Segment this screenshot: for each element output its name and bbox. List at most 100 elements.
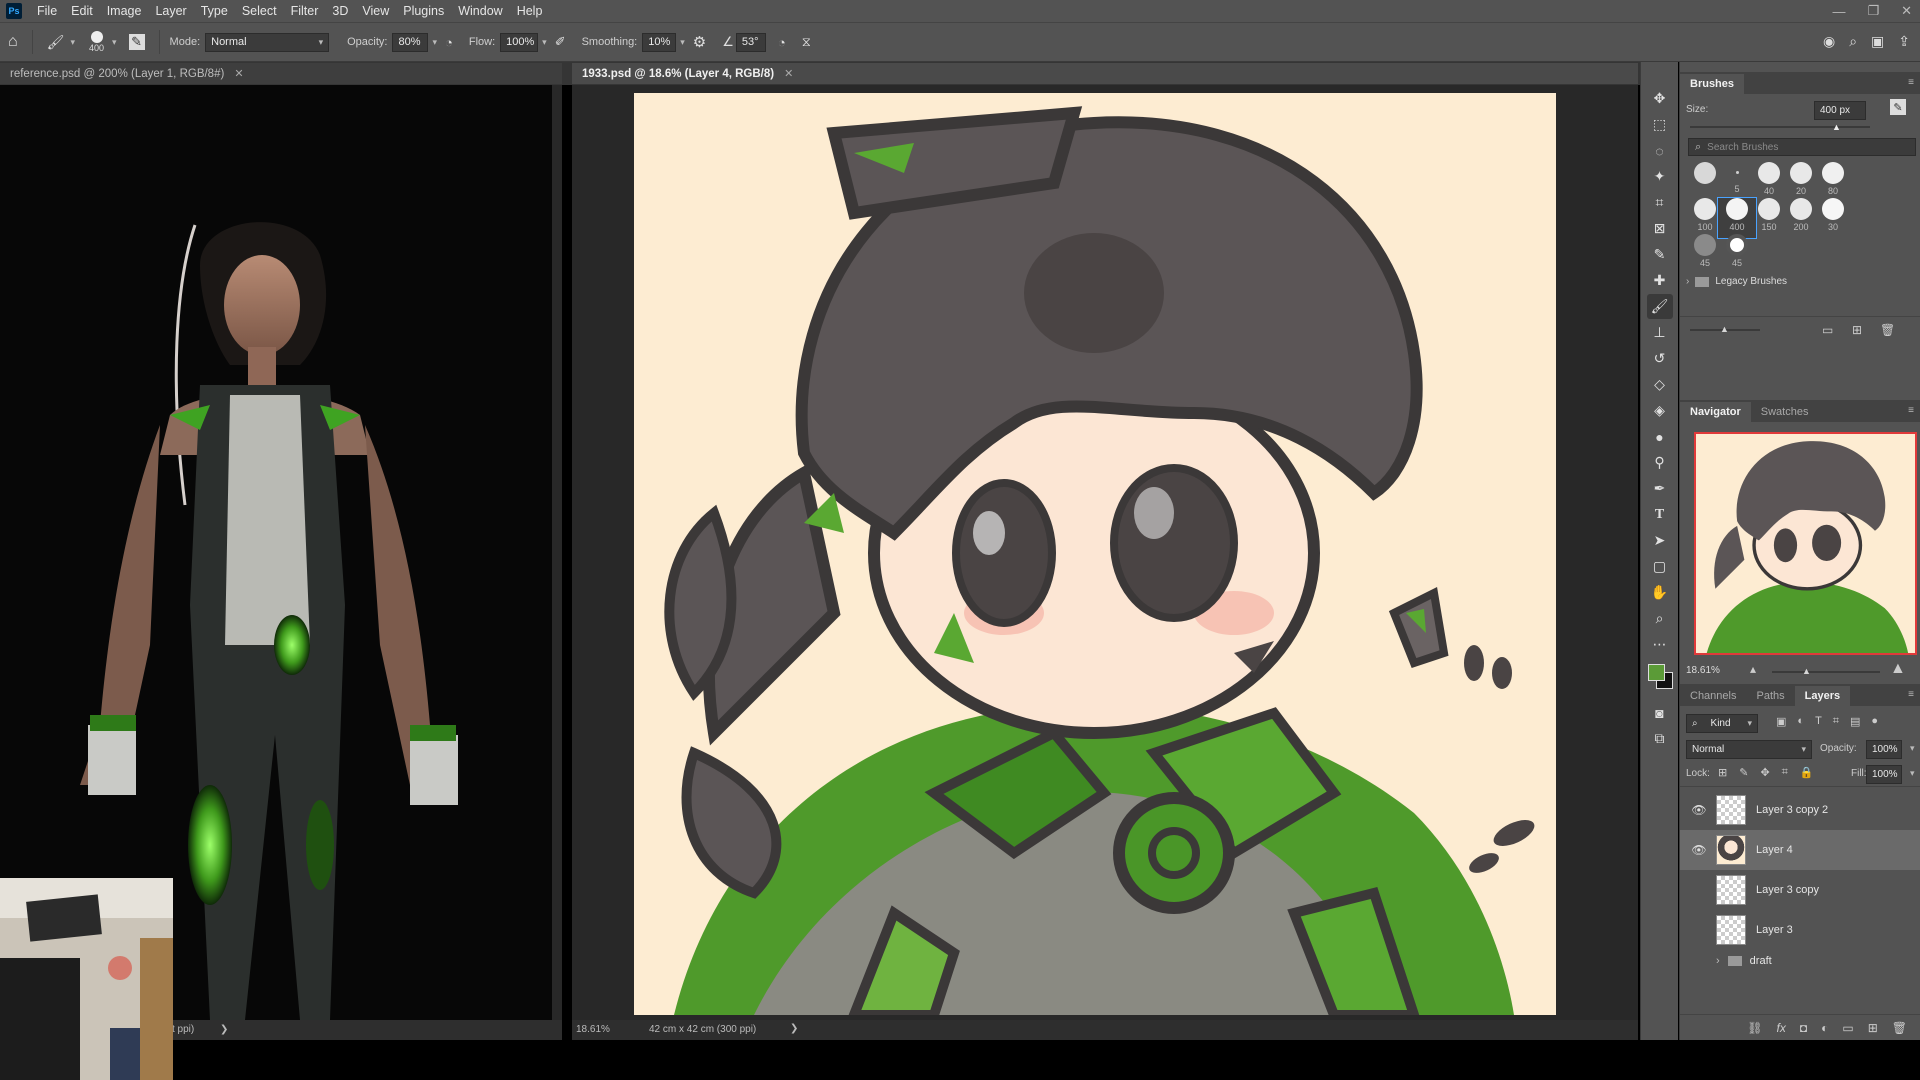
layer-row[interactable]: Layer 3 xyxy=(1680,910,1920,950)
healing-icon[interactable]: ✚ xyxy=(1647,268,1673,293)
menu-help[interactable]: Help xyxy=(510,0,550,22)
trash-icon[interactable]: 🗑 xyxy=(1880,323,1895,337)
size-slider-track[interactable] xyxy=(1690,126,1870,128)
adjustment-layer-icon[interactable]: ◐ xyxy=(1821,1021,1828,1035)
brush-preset-picker[interactable]: 400 xyxy=(89,31,104,53)
panel-menu-icon[interactable]: ≡ xyxy=(1908,77,1914,88)
type-filter-icon[interactable]: T xyxy=(1815,715,1822,728)
menu-plugins[interactable]: Plugins xyxy=(396,0,451,22)
zoom-in-icon[interactable]: ▲ xyxy=(1890,660,1906,678)
legacy-brushes-folder[interactable]: › Legacy Brushes xyxy=(1686,276,1787,287)
layer-row[interactable]: 👁 Layer 4 xyxy=(1680,830,1920,870)
menu-view[interactable]: View xyxy=(355,0,396,22)
foreground-color-swatch[interactable] xyxy=(1647,664,1665,681)
blend-mode-select[interactable]: Normal ▾ xyxy=(1686,740,1812,759)
document-tab-1933[interactable]: 1933.psd @ 18.6% (Layer 4, RGB/8) ✕ xyxy=(572,63,1638,84)
shape-filter-icon[interactable]: ⌗ xyxy=(1833,715,1839,728)
layer-row[interactable]: Layer 3 copy xyxy=(1680,870,1920,910)
layer-row[interactable]: › draft xyxy=(1680,950,1920,972)
chevron-down-icon[interactable]: ▾ xyxy=(1910,743,1915,754)
chevron-right-icon[interactable]: › xyxy=(1716,955,1720,967)
size-slider-thumb[interactable]: ▲ xyxy=(1832,122,1841,132)
symmetry-icon[interactable]: ⧖ xyxy=(802,34,811,50)
chevron-right-icon[interactable]: › xyxy=(1686,276,1689,287)
tab-layers[interactable]: Layers xyxy=(1794,686,1851,706)
quick-mask-icon[interactable]: ◙ xyxy=(1647,700,1673,725)
zoom-readout[interactable]: 18.61% xyxy=(576,1024,610,1035)
tab-navigator[interactable]: Navigator xyxy=(1680,402,1751,422)
close-button[interactable]: ✕ xyxy=(1901,3,1912,19)
menu-3d[interactable]: 3D xyxy=(325,0,355,22)
tab-channels[interactable]: Channels xyxy=(1680,686,1746,706)
brush-icon[interactable]: 🖌 xyxy=(1646,294,1673,319)
preview-size-thumb[interactable]: ▲ xyxy=(1720,324,1729,334)
path-select-icon[interactable]: ➤ xyxy=(1647,528,1673,553)
brush-preset[interactable]: 45 xyxy=(1718,234,1756,274)
drawing-canvas[interactable] xyxy=(634,93,1556,1015)
tab-brushes[interactable]: Brushes xyxy=(1680,74,1745,94)
blur-icon[interactable]: ● xyxy=(1647,424,1673,449)
close-icon[interactable]: ✕ xyxy=(234,67,243,80)
home-icon[interactable]: ⌂ xyxy=(8,33,18,51)
frame-icon[interactable]: ⊠ xyxy=(1647,216,1673,241)
lock-artboard-icon[interactable]: ⌗ xyxy=(1782,766,1788,779)
chevron-down-icon[interactable]: ▾ xyxy=(680,37,685,48)
dodge-icon[interactable]: ⚲ xyxy=(1647,450,1673,475)
color-swatches[interactable] xyxy=(1646,662,1674,690)
tab-paths[interactable]: Paths xyxy=(1746,686,1794,706)
chevron-down-icon[interactable]: ▾ xyxy=(70,37,75,48)
gear-icon[interactable]: ⚙ xyxy=(693,33,706,51)
link-layers-icon[interactable]: ⛓ xyxy=(1747,1021,1762,1035)
layer-opacity-field[interactable]: 100% xyxy=(1866,740,1902,759)
screen-mode-icon[interactable]: ⧉ xyxy=(1647,726,1673,751)
new-brush-icon[interactable]: ⊞ xyxy=(1852,323,1862,337)
status-arrow-icon[interactable]: ❯ xyxy=(790,1023,798,1034)
document-tab-reference[interactable]: reference.psd @ 200% (Layer 1, RGB/8#) ✕ xyxy=(0,63,562,84)
restore-button[interactable]: ❐ xyxy=(1867,3,1879,19)
brush-search-field[interactable]: ⌕ Search Brushes xyxy=(1688,138,1916,156)
chevron-down-icon[interactable]: ▾ xyxy=(542,37,547,48)
lock-position-icon[interactable]: ✥ xyxy=(1760,766,1769,779)
chevron-down-icon[interactable]: ▾ xyxy=(112,37,117,48)
angle-field[interactable]: 53° xyxy=(735,32,766,52)
fx-icon[interactable]: fx xyxy=(1777,1021,1786,1035)
layer-row[interactable]: 👁 Layer 3 copy 2 xyxy=(1680,790,1920,830)
pixel-filter-icon[interactable]: ▣ xyxy=(1776,715,1786,728)
brush-settings-icon[interactable]: ✎ xyxy=(128,34,145,50)
marquee-icon[interactable]: ⬚ xyxy=(1647,112,1673,137)
visibility-eye-icon[interactable]: 👁 xyxy=(1688,803,1710,817)
menu-layer[interactable]: Layer xyxy=(148,0,193,22)
brush-tool-icon[interactable]: 🖌 xyxy=(47,34,65,51)
airbrush-icon[interactable]: ✐ xyxy=(555,34,566,50)
smoothing-field[interactable]: 10% xyxy=(642,32,677,52)
menu-select[interactable]: Select xyxy=(235,0,284,22)
menu-filter[interactable]: Filter xyxy=(284,0,326,22)
navigator-preview[interactable] xyxy=(1694,432,1917,655)
menu-edit[interactable]: Edit xyxy=(64,0,100,22)
brush-preset[interactable]: 30 xyxy=(1814,198,1852,238)
flow-field[interactable]: 100% xyxy=(500,32,539,52)
shape-icon[interactable]: ▢ xyxy=(1647,554,1673,579)
navigator-zoom-value[interactable]: 18.61% xyxy=(1686,665,1720,676)
adjustment-filter-icon[interactable]: ◐ xyxy=(1797,715,1804,728)
menu-image[interactable]: Image xyxy=(100,0,149,22)
zoom-icon[interactable]: ⌕ xyxy=(1647,606,1673,631)
lock-pixels-icon[interactable]: ✎ xyxy=(1739,766,1748,779)
pressure-size-icon[interactable]: ◔ xyxy=(778,35,786,50)
panel-menu-icon[interactable]: ≡ xyxy=(1908,405,1914,416)
mode-select[interactable]: Normal ▾ xyxy=(205,32,330,52)
lock-transparency-icon[interactable]: ⊞ xyxy=(1718,766,1727,779)
brush-settings-icon[interactable]: ✎ xyxy=(1890,99,1906,115)
visibility-eye-icon[interactable]: 👁 xyxy=(1688,843,1710,857)
chevron-down-icon[interactable]: ▾ xyxy=(432,37,437,48)
smart-object-filter-icon[interactable]: ▤ xyxy=(1850,715,1860,728)
new-layer-icon[interactable]: ⊞ xyxy=(1868,1021,1878,1035)
eyedropper-icon[interactable]: ✎ xyxy=(1647,242,1673,267)
menu-file[interactable]: File xyxy=(30,0,64,22)
panel-menu-icon[interactable]: ≡ xyxy=(1908,689,1914,700)
tab-swatches[interactable]: Swatches xyxy=(1751,402,1819,422)
more-icon[interactable]: ⋯ xyxy=(1647,632,1673,657)
menu-window[interactable]: Window xyxy=(451,0,509,22)
new-group-icon[interactable]: ▭ xyxy=(1842,1021,1853,1035)
workspace-icon[interactable]: ▣ xyxy=(1871,33,1884,50)
